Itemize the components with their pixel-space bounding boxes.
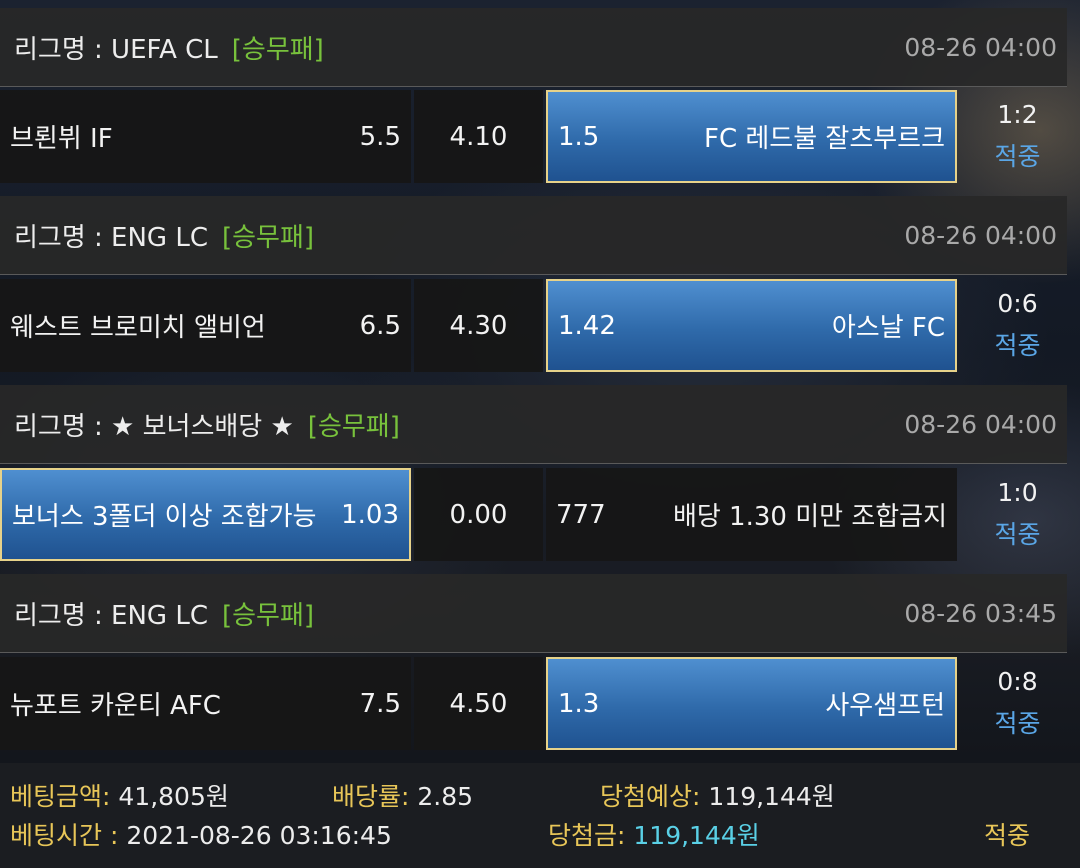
home-team-name: 웨스트 브로미치 앨비언 [10, 313, 266, 343]
bet-type-label: [승무패] [221, 600, 315, 631]
bet-type-label: [승무패] [307, 411, 400, 442]
away-odds-value: 1.42 [558, 310, 616, 341]
away-odds-value: 1.3 [558, 688, 600, 719]
match-datetime: 08-26 04:00 [904, 220, 1057, 250]
home-odds-button[interactable]: 브뢴뷔 IF 5.5 [0, 90, 411, 183]
match-result: 1:2 적중 [960, 90, 1075, 183]
home-odds-value: 7.5 [359, 688, 401, 719]
home-odds-button[interactable]: 웨스트 브로미치 앨비언 6.5 [0, 279, 411, 372]
odds-rate-label: 배당률: [332, 782, 410, 811]
away-team-name: FC 레드불 잘츠부르크 [704, 124, 945, 154]
odds-rate: 배당률: 2.85 [332, 777, 473, 813]
hit-status: 적중 [994, 709, 1041, 738]
draw-odds-value: 0.00 [449, 499, 508, 530]
home-odds-value: 6.5 [359, 310, 401, 341]
home-team-name: 브뢴뷔 IF [10, 124, 113, 154]
win-amount-value: 119,144원 [633, 821, 760, 850]
draw-odds-button[interactable]: 4.10 [414, 90, 543, 183]
league-name: 리그명 : UEFA CL [14, 34, 218, 65]
league-header: 리그명 : ENG LC [승무패] 08-26 04:00 [0, 196, 1067, 275]
league-header: 리그명 : ENG LC [승무패] 08-26 03:45 [0, 574, 1067, 653]
away-odds-button-selected[interactable]: 1.3 사우샘프턴 [546, 657, 957, 750]
home-odds-value: 5.5 [359, 121, 401, 152]
league-header: 리그명 : ★ 보너스배당 ★ [승무패] 08-26 04:00 [0, 385, 1067, 464]
league-name: 리그명 : ENG LC [14, 600, 208, 631]
win-amount: 당첨금: 119,144원 [548, 816, 760, 852]
hit-status: 적중 [994, 520, 1041, 549]
bet-type-label: [승무패] [221, 222, 315, 253]
bet-amount: 베팅금액: 41,805원 [10, 777, 229, 813]
match-score: 0:8 [997, 667, 1038, 696]
draw-odds-button[interactable]: 4.50 [414, 657, 543, 750]
match-row: 웨스트 브로미치 앨비언 6.5 4.30 1.42 아스날 FC 0:6 적중 [0, 279, 1080, 372]
match-score: 0:6 [997, 289, 1038, 318]
match-row: 브뢴뷔 IF 5.5 4.10 1.5 FC 레드불 잘츠부르크 1:2 적중 [0, 90, 1080, 183]
bet-type-label: [승무패] [231, 34, 324, 65]
match-score: 1:2 [997, 100, 1038, 129]
bet-summary: 베팅금액: 41,805원 배당률: 2.85 당첨예상: 119,144원 베… [0, 763, 1080, 868]
match-row: 보너스 3폴더 이상 조합가능 1.03 0.00 777 배당 1.30 미만… [0, 468, 1080, 561]
league-header: 리그명 : UEFA CL [승무패] 08-26 04:00 [0, 8, 1067, 87]
away-odds-value: 1.5 [558, 121, 600, 152]
bet-time-value: 2021-08-26 03:16:45 [126, 821, 392, 850]
match-result: 1:0 적중 [960, 468, 1075, 561]
match-datetime: 08-26 04:00 [904, 32, 1057, 62]
away-odds-button[interactable]: 777 배당 1.30 미만 조합금지 [546, 468, 957, 561]
draw-odds-value: 4.30 [449, 310, 508, 341]
match-datetime: 08-26 03:45 [904, 598, 1057, 628]
league-name: 리그명 : ENG LC [14, 222, 208, 253]
bet-time-label: 베팅시간 : [10, 821, 119, 850]
hit-status: 적중 [994, 331, 1041, 360]
match-row: 뉴포트 카운티 AFC 7.5 4.50 1.3 사우샘프턴 0:8 적중 [0, 657, 1080, 750]
away-team-name: 배당 1.30 미만 조합금지 [672, 502, 947, 532]
away-odds-button-selected[interactable]: 1.5 FC 레드불 잘츠부르크 [546, 90, 957, 183]
bet-amount-label: 베팅금액: [10, 782, 111, 811]
match-result: 0:8 적중 [960, 657, 1075, 750]
away-odds-button-selected[interactable]: 1.42 아스날 FC [546, 279, 957, 372]
home-team-name: 보너스 3폴더 이상 조합가능 [12, 502, 317, 532]
away-team-name: 아스날 FC [831, 313, 945, 343]
home-odds-value: 1.03 [341, 499, 399, 530]
home-odds-button[interactable]: 뉴포트 카운티 AFC 7.5 [0, 657, 411, 750]
expected-win-label: 당첨예상: [600, 782, 701, 811]
odds-rate-value: 2.85 [417, 782, 474, 811]
hit-status: 적중 [994, 142, 1041, 171]
bet-amount-value: 41,805원 [118, 782, 229, 811]
win-amount-label: 당첨금: [548, 821, 626, 850]
home-team-name: 뉴포트 카운티 AFC [10, 691, 221, 721]
match-score: 1:0 [997, 478, 1038, 507]
expected-win-value: 119,144원 [708, 782, 835, 811]
bet-time: 베팅시간 : 2021-08-26 03:16:45 [10, 816, 392, 852]
home-odds-button-selected[interactable]: 보너스 3폴더 이상 조합가능 1.03 [0, 468, 411, 561]
match-datetime: 08-26 04:00 [904, 409, 1057, 439]
away-team-name: 사우샘프턴 [825, 691, 945, 721]
draw-odds-button[interactable]: 0.00 [414, 468, 543, 561]
away-odds-value: 777 [556, 499, 606, 530]
draw-odds-value: 4.10 [449, 121, 508, 152]
match-result: 0:6 적중 [960, 279, 1075, 372]
league-name: 리그명 : ★ 보너스배당 ★ [14, 411, 294, 442]
draw-odds-button[interactable]: 4.30 [414, 279, 543, 372]
expected-win: 당첨예상: 119,144원 [600, 777, 835, 813]
bet-result-status: 적중 [984, 821, 1031, 850]
draw-odds-value: 4.50 [449, 688, 508, 719]
